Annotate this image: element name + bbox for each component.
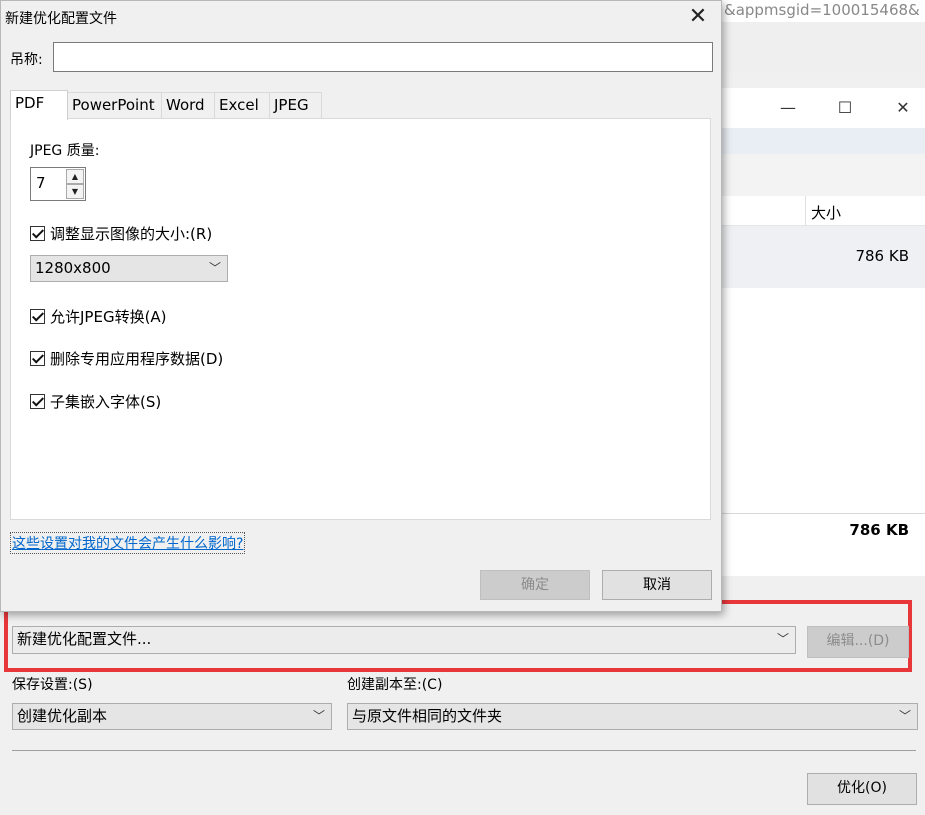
subset-fonts-option[interactable]: 子集嵌入字体(S) bbox=[30, 391, 161, 412]
save-settings-label: 保存设置:(S) bbox=[12, 677, 93, 693]
copy-to-label: 创建副本至:(C) bbox=[347, 677, 443, 693]
background-toolbar bbox=[720, 22, 925, 72]
tab-word[interactable]: Word bbox=[161, 92, 215, 119]
separator bbox=[12, 750, 916, 751]
file-list-header: 大小 bbox=[720, 196, 925, 226]
url-fragment: &appmsgid=100015468& bbox=[720, 0, 925, 22]
tab-jpeg[interactable]: JPEG bbox=[269, 92, 322, 119]
tab-excel[interactable]: Excel bbox=[214, 92, 270, 119]
close-icon[interactable]: ✕ bbox=[681, 3, 715, 31]
tab-pdf[interactable]: PDF bbox=[10, 90, 68, 120]
background-titlebar: — ☐ ✕ bbox=[720, 88, 925, 128]
chevron-down-icon: ﹀ bbox=[312, 709, 325, 723]
increment-icon[interactable]: ▲ bbox=[66, 169, 84, 184]
save-settings-value: 创建优化副本 bbox=[17, 707, 108, 725]
pdf-settings-panel: JPEG 质量: 7 ▲ ▼ 调整显示图像的大小:(R) 1280x800 ﹀ … bbox=[10, 118, 711, 520]
maximize-icon[interactable]: ☐ bbox=[822, 88, 868, 128]
subset-fonts-checkbox[interactable] bbox=[30, 394, 45, 409]
cancel-button[interactable]: 取消 bbox=[602, 570, 712, 600]
file-size: 786 KB bbox=[855, 247, 909, 265]
column-separator[interactable] bbox=[805, 196, 806, 226]
new-profile-dialog: 新建优化配置文件 ✕ 吊称: PDF PowerPoint Word Excel… bbox=[0, 0, 722, 612]
chevron-down-icon: ﹀ bbox=[208, 261, 221, 275]
name-input[interactable] bbox=[53, 42, 713, 72]
profile-value: 新建优化配置文件... bbox=[17, 630, 152, 648]
resize-images-option[interactable]: 调整显示图像的大小:(R) bbox=[30, 223, 212, 244]
profile-dropdown[interactable]: 新建优化配置文件... ﹀ bbox=[12, 626, 796, 654]
minimize-icon[interactable]: — bbox=[765, 88, 811, 128]
allow-jpeg-option[interactable]: 允许JPEG转换(A) bbox=[30, 306, 167, 327]
resolution-dropdown[interactable]: 1280x800 ﹀ bbox=[30, 255, 228, 282]
optimize-button[interactable]: 优化(O) bbox=[807, 773, 917, 805]
close-icon[interactable]: ✕ bbox=[880, 88, 925, 128]
ok-button[interactable]: 确定 bbox=[480, 570, 590, 600]
allow-jpeg-label: 允许JPEG转换(A) bbox=[50, 308, 167, 326]
resize-images-label: 调整显示图像的大小:(R) bbox=[50, 225, 213, 243]
background-ribbon bbox=[720, 128, 925, 154]
subset-fonts-label: 子集嵌入字体(S) bbox=[50, 393, 162, 411]
jpeg-quality-stepper[interactable]: 7 ▲ ▼ bbox=[30, 167, 86, 201]
chevron-down-icon: ﹀ bbox=[898, 709, 911, 723]
resolution-value: 1280x800 bbox=[35, 259, 111, 277]
help-link[interactable]: 这些设置对我的文件会产生什么影响? bbox=[10, 532, 246, 554]
dialog-title: 新建优化配置文件 bbox=[5, 11, 117, 27]
copy-to-value: 与原文件相同的文件夹 bbox=[352, 707, 503, 725]
decrement-icon[interactable]: ▼ bbox=[66, 184, 84, 199]
file-list-row[interactable]: 786 KB bbox=[720, 226, 925, 288]
chevron-down-icon: ﹀ bbox=[776, 632, 789, 646]
remove-app-data-checkbox[interactable] bbox=[30, 351, 45, 366]
name-label: 吊称: bbox=[10, 52, 43, 68]
allow-jpeg-checkbox[interactable] bbox=[30, 309, 45, 324]
total-size: 786 KB bbox=[849, 521, 909, 539]
edit-button[interactable]: 编辑...(D) bbox=[807, 626, 909, 658]
jpeg-quality-value: 7 bbox=[36, 174, 46, 192]
save-settings-dropdown[interactable]: 创建优化副本 ﹀ bbox=[12, 703, 332, 730]
resize-images-checkbox[interactable] bbox=[30, 226, 45, 241]
background-toolbar-band bbox=[720, 154, 925, 196]
remove-app-data-option[interactable]: 删除专用应用程序数据(D) bbox=[30, 348, 223, 369]
remove-app-data-label: 删除专用应用程序数据(D) bbox=[50, 350, 224, 368]
total-row: 786 KB bbox=[720, 513, 925, 576]
size-column-header[interactable]: 大小 bbox=[811, 202, 841, 223]
tab-powerpoint[interactable]: PowerPoint bbox=[67, 92, 162, 119]
jpeg-quality-label: JPEG 质量: bbox=[30, 143, 100, 159]
copy-to-dropdown[interactable]: 与原文件相同的文件夹 ﹀ bbox=[347, 703, 918, 730]
